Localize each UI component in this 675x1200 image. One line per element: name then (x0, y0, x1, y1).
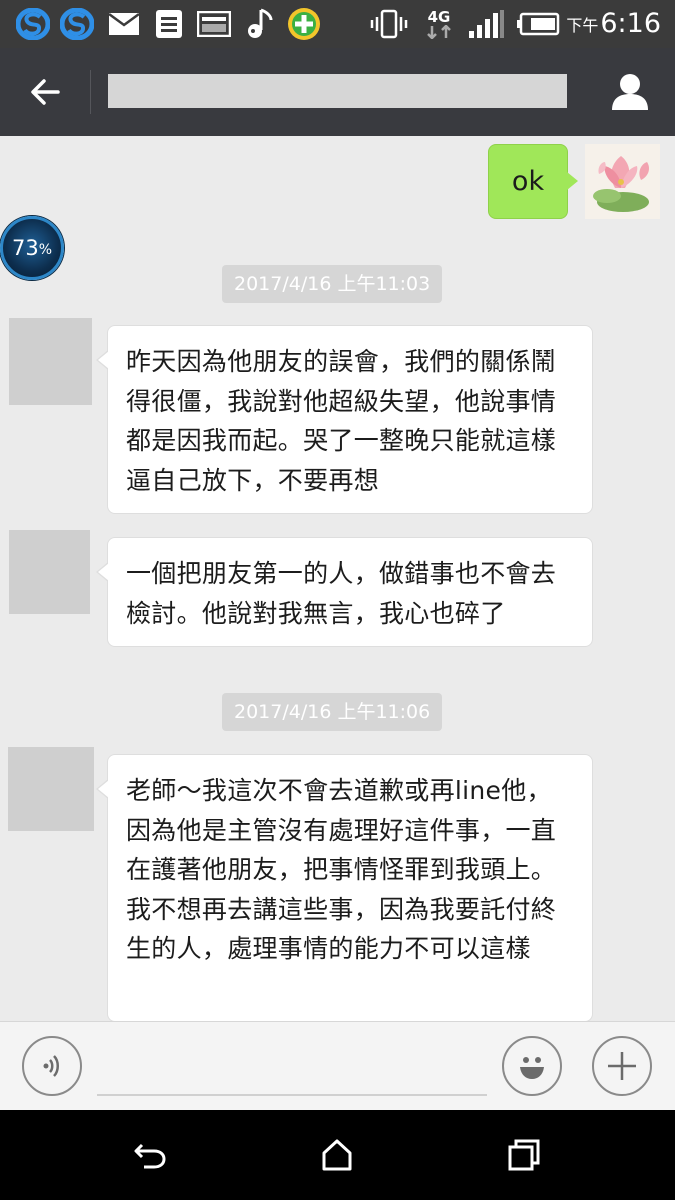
arrow-left-icon (31, 79, 60, 105)
incoming-message-text: 一個把朋友第一的人，做錯事也不會去檢討。他說對我無言，我心也碎了 (126, 559, 557, 628)
header-divider (90, 70, 91, 114)
mail-icon (108, 8, 140, 40)
emoji-button[interactable] (502, 1036, 562, 1096)
security-plus-icon (286, 8, 322, 40)
nav-back-button[interactable] (120, 1130, 180, 1180)
network-label: 4G (427, 7, 451, 26)
message-list[interactable]: ok 73 % 2017/4/16 上午11:03 昨天因為他朋友的誤會，我們的… (0, 136, 675, 1021)
status-bar: 4G 下午 6:16 (0, 0, 675, 48)
incoming-message[interactable]: 老師～我這次不會去道歉或再line他，因為他是主管沒有處理好這件事，一直在護著他… (96, 754, 593, 1021)
incoming-message[interactable]: 昨天因為他朋友的誤會，我們的關係鬧得很僵，我說對他超級失望，他說事情都是因我而起… (96, 325, 593, 514)
compose-bar (0, 1021, 675, 1110)
recents-icon (508, 1139, 540, 1171)
notes-icon (154, 8, 184, 40)
status-time: 6:16 (600, 8, 661, 39)
battery-icon (516, 8, 560, 40)
contact-avatar-redacted[interactable] (8, 747, 94, 831)
battery-widget-value: 73 (11, 236, 39, 260)
outgoing-message-text: ok (511, 166, 545, 197)
back-button[interactable] (18, 68, 74, 116)
chat-title-redacted (108, 74, 567, 108)
status-clock: 下午 6:16 (566, 8, 661, 40)
nav-home-button[interactable] (307, 1130, 367, 1180)
person-icon (612, 74, 648, 110)
message-timestamp: 2017/4/16 上午11:03 (222, 265, 443, 303)
voice-icon (43, 1055, 59, 1077)
outgoing-message[interactable]: ok (488, 144, 578, 219)
contact-avatar-redacted[interactable] (9, 318, 92, 405)
voice-input-button[interactable] (22, 1036, 82, 1096)
more-options-button[interactable] (592, 1036, 652, 1096)
back-icon (134, 1143, 166, 1169)
nav-recents-button[interactable] (494, 1130, 554, 1180)
message-input[interactable] (97, 1044, 487, 1096)
sync-s-icon (60, 8, 94, 40)
home-icon (322, 1139, 352, 1171)
contact-avatar-redacted[interactable] (9, 530, 90, 614)
incoming-message-text: 老師～我這次不會去道歉或再line他，因為他是主管沒有處理好這件事，一直在護著他… (126, 776, 557, 963)
my-avatar[interactable] (585, 144, 660, 219)
sync-s-icon (16, 8, 50, 40)
network-4g-icon: 4G (422, 8, 456, 40)
status-ampm: 下午 (566, 16, 599, 35)
message-timestamp: 2017/4/16 上午11:06 (222, 693, 443, 731)
vibrate-icon (370, 8, 408, 40)
system-nav-bar (0, 1110, 675, 1200)
chat-header (0, 48, 675, 136)
lotus-flower-image (585, 144, 660, 219)
battery-widget-unit: % (38, 242, 53, 258)
incoming-message[interactable]: 一個把朋友第一的人，做錯事也不會去檢討。他說對我無言，我心也碎了 (96, 537, 593, 647)
gallery-icon (196, 8, 232, 40)
plus-icon (608, 1052, 636, 1080)
floating-battery-widget[interactable]: 73 % (0, 216, 64, 280)
chat-profile-button[interactable] (602, 68, 658, 116)
signal-icon (466, 8, 506, 40)
emoji-smile-icon (520, 1057, 544, 1079)
incoming-message-text: 昨天因為他朋友的誤會，我們的關係鬧得很僵，我說對他超級失望，他說事情都是因我而起… (126, 347, 557, 495)
music-icon (240, 8, 276, 40)
